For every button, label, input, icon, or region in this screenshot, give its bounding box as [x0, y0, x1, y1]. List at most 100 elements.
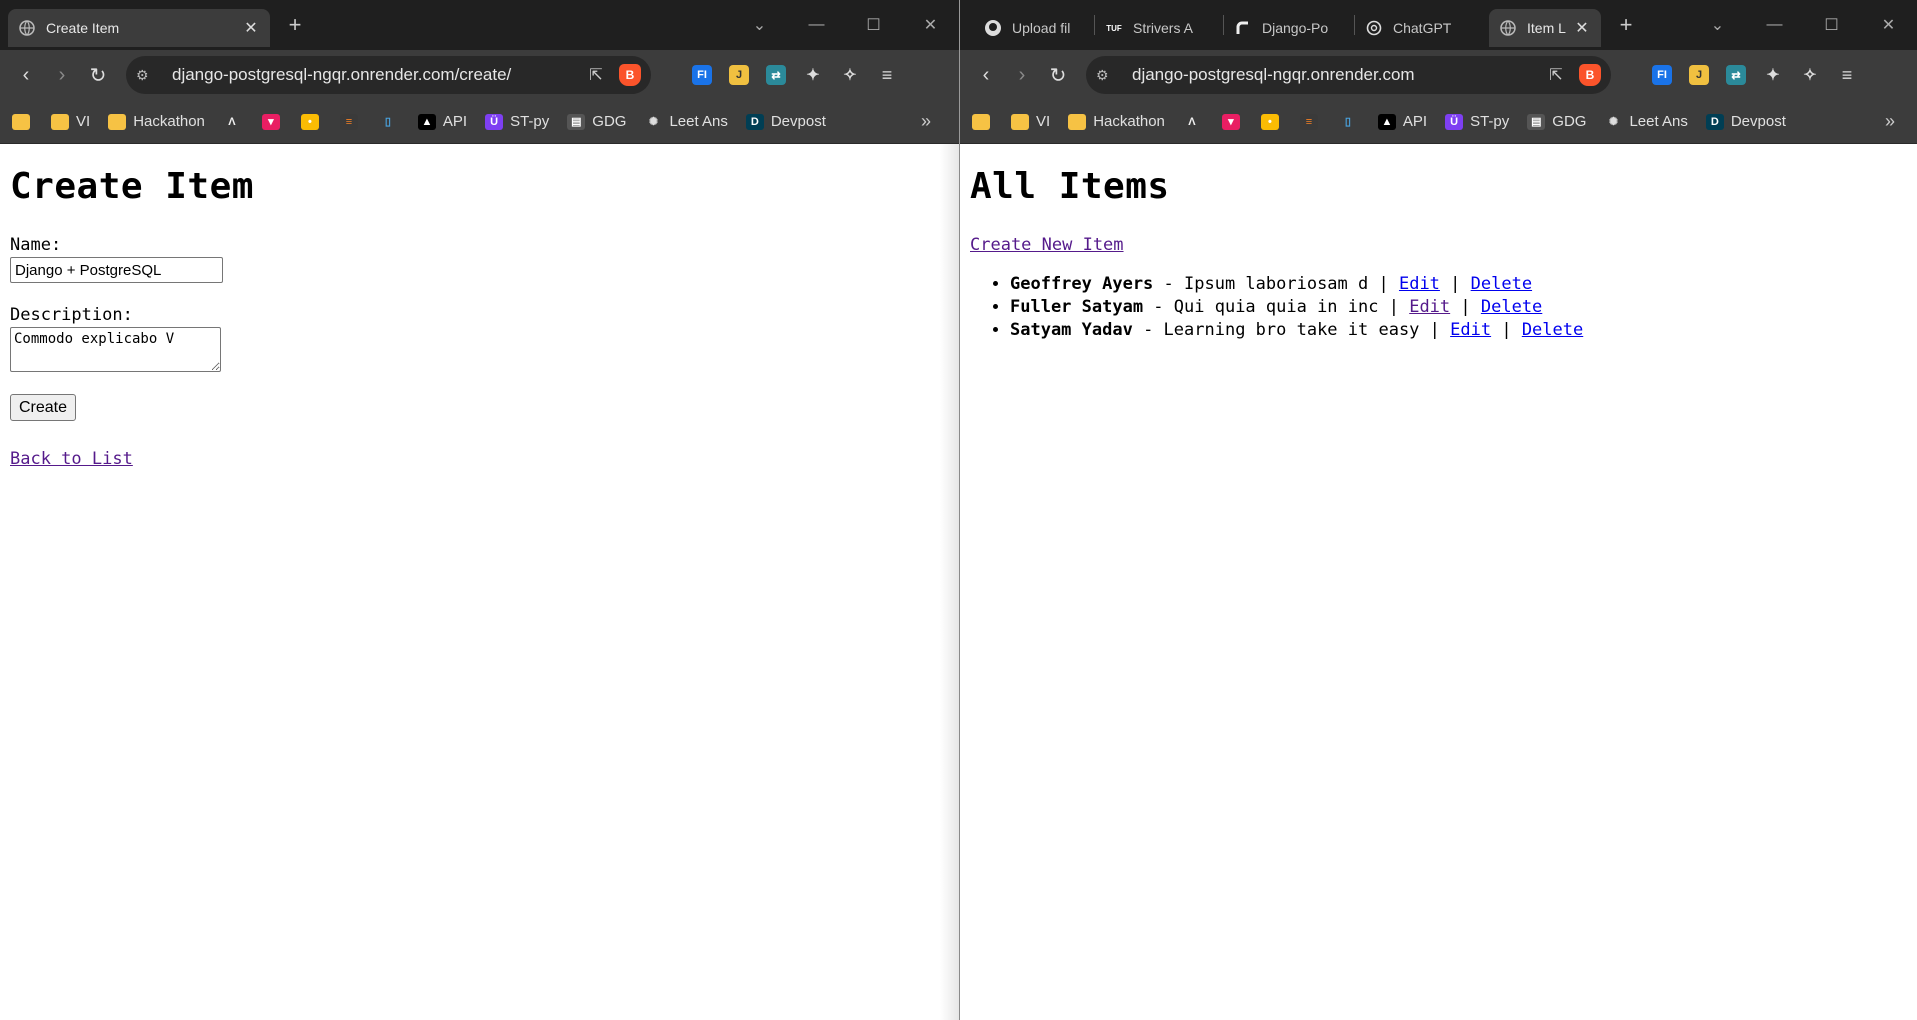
create-button[interactable]: Create: [10, 394, 77, 421]
maximize-icon[interactable]: ☐: [845, 15, 902, 35]
tab-strivers[interactable]: TUF Strivers A: [1095, 9, 1223, 47]
extensions-icon[interactable]: ✦: [797, 59, 829, 91]
bookmark-item[interactable]: [12, 113, 37, 130]
tab-search-icon[interactable]: ⌄: [731, 15, 788, 35]
item-description: Learning bro take it easy: [1163, 320, 1420, 340]
more-bookmarks-icon[interactable]: »: [1885, 111, 1895, 132]
edit-link[interactable]: Edit: [1409, 297, 1450, 317]
share-icon[interactable]: ⇱: [1541, 65, 1571, 85]
bookmark-label: GDG: [1552, 113, 1587, 130]
bookmark-item[interactable]: ✺ Leet Ans: [644, 113, 728, 130]
ext-translate-icon[interactable]: ⇄: [760, 59, 792, 91]
reload-icon[interactable]: ↻: [1040, 57, 1076, 93]
new-tab-button[interactable]: +: [1609, 8, 1643, 42]
bookmarks-bar: VI Hackathon Λ ▾ • ≡ ▯ ▲ API Ü ST-py ▤ GDG ✺ Leet Ans D…: [960, 100, 1917, 144]
bookmark-item[interactable]: ▤ GDG: [1527, 113, 1586, 130]
tab-upload[interactable]: Upload fil: [974, 9, 1094, 47]
share-icon[interactable]: ⇱: [581, 65, 611, 85]
delete-link[interactable]: Delete: [1481, 297, 1542, 317]
site-info-icon[interactable]: ⚙: [136, 67, 160, 84]
edit-link[interactable]: Edit: [1399, 274, 1440, 294]
extensions: FI J ⇄ ✦ ✧ ≡: [681, 59, 903, 91]
bookmark-item[interactable]: Ü ST-py: [1445, 113, 1509, 130]
bookmark-item[interactable]: ≡: [1299, 113, 1325, 130]
delete-link[interactable]: Delete: [1471, 274, 1532, 294]
bookmark-label: Devpost: [1730, 113, 1786, 130]
menu-icon[interactable]: ≡: [871, 59, 903, 91]
create-new-item-link[interactable]: Create New Item: [970, 235, 1124, 255]
edit-link[interactable]: Edit: [1450, 320, 1491, 340]
bookmark-item[interactable]: ▲ API: [1377, 113, 1427, 130]
tab-label: ChatGPT: [1393, 20, 1452, 36]
close-tab-icon[interactable]: ✕: [242, 18, 260, 38]
reload-icon[interactable]: ↻: [80, 57, 116, 93]
name-input[interactable]: [10, 257, 223, 283]
bookmark-item[interactable]: ▤ GDG: [567, 113, 626, 130]
leo-icon[interactable]: ✧: [1794, 59, 1826, 91]
forward-icon[interactable]: ›: [44, 57, 80, 93]
forward-icon[interactable]: ›: [1004, 57, 1040, 93]
brave-shield-icon[interactable]: B: [1579, 64, 1601, 86]
ext-note-icon[interactable]: J: [723, 59, 755, 91]
ext-fi-icon[interactable]: FI: [686, 59, 718, 91]
menu-icon[interactable]: ≡: [1831, 59, 1863, 91]
item-name: Geoffrey Ayers: [1010, 274, 1154, 294]
bookmark-item[interactable]: [972, 113, 997, 130]
list-item: Geoffrey Ayers - Ipsum laboriosam d | Ed…: [1010, 273, 1907, 296]
tab-django[interactable]: Django-Po: [1224, 9, 1354, 47]
ext-fi-icon[interactable]: FI: [1646, 59, 1678, 91]
tab-label: Create Item: [46, 20, 120, 36]
keep-icon: •: [300, 113, 319, 130]
bookmark-label: Devpost: [770, 113, 826, 130]
leo-icon[interactable]: ✧: [834, 59, 866, 91]
brave-shield-icon[interactable]: B: [619, 64, 641, 86]
bookmark-item[interactable]: D Devpost: [745, 113, 826, 130]
page-title: All Items: [970, 166, 1170, 207]
bookmark-item[interactable]: VI: [51, 113, 90, 130]
bookmark-item[interactable]: VI: [1011, 113, 1050, 130]
back-to-list-link[interactable]: Back to List: [10, 449, 133, 469]
bookmark-item[interactable]: ▯: [379, 114, 404, 130]
ext-translate-icon[interactable]: ⇄: [1720, 59, 1752, 91]
address-bar[interactable]: ⚙ django-postgresql-ngqr.onrender.com ⇱ …: [1086, 56, 1611, 94]
bookmark-item[interactable]: Hackathon: [108, 113, 205, 130]
stack-icon: ≡: [339, 113, 358, 130]
bookmark-item[interactable]: ▲ API: [417, 113, 467, 130]
maximize-icon[interactable]: ☐: [1803, 15, 1860, 35]
bookmark-item[interactable]: Hackathon: [1068, 113, 1165, 130]
tab-chatgpt[interactable]: ChatGPT: [1355, 9, 1485, 47]
bookmark-item[interactable]: •: [1260, 113, 1286, 130]
bookmark-item[interactable]: ▯: [1339, 114, 1364, 130]
bookmark-item[interactable]: D Devpost: [1705, 113, 1786, 130]
close-window-icon[interactable]: ✕: [902, 15, 959, 35]
globe-icon: [1499, 19, 1517, 37]
delete-link[interactable]: Delete: [1522, 320, 1583, 340]
bookmark-item[interactable]: ▾: [1221, 113, 1247, 130]
back-icon[interactable]: ‹: [8, 57, 44, 93]
description-textarea[interactable]: Commodo explicabo V: [10, 327, 221, 372]
more-bookmarks-icon[interactable]: »: [921, 111, 931, 132]
ext-note-icon[interactable]: J: [1683, 59, 1715, 91]
bookmark-item[interactable]: ✺ Leet Ans: [1604, 113, 1688, 130]
tab-search-icon[interactable]: ⌄: [1689, 15, 1746, 35]
bookmark-item[interactable]: ▾: [261, 113, 287, 130]
back-icon[interactable]: ‹: [968, 57, 1004, 93]
bookmark-item[interactable]: Ü ST-py: [485, 113, 549, 130]
bookmarks-bar: VI Hackathon Λ ▾ • ≡ ▯ ▲ API Ü ST-py ▤ GDG ✺ Leet Ans D…: [0, 100, 959, 144]
minimize-icon[interactable]: —: [1746, 16, 1803, 34]
tab-create-item[interactable]: Create Item ✕: [8, 9, 270, 47]
bookmark-item[interactable]: ≡: [339, 113, 365, 130]
address-bar[interactable]: ⚙ django-postgresql-ngqr.onrender.com/cr…: [126, 56, 651, 94]
tab-item-list[interactable]: Item L ✕: [1489, 9, 1601, 47]
list-item: Satyam Yadav - Learning bro take it easy…: [1010, 319, 1907, 342]
close-tab-icon[interactable]: ✕: [1573, 18, 1591, 38]
site-info-icon[interactable]: ⚙: [1096, 67, 1120, 84]
minimize-icon[interactable]: —: [788, 16, 845, 34]
bookmark-item[interactable]: •: [300, 113, 326, 130]
close-window-icon[interactable]: ✕: [1860, 15, 1917, 35]
bookmark-item[interactable]: Λ: [1183, 114, 1208, 130]
new-tab-button[interactable]: +: [278, 8, 312, 42]
bookmark-item[interactable]: Λ: [223, 114, 248, 130]
extensions-icon[interactable]: ✦: [1757, 59, 1789, 91]
description-label: Description:: [10, 305, 133, 325]
